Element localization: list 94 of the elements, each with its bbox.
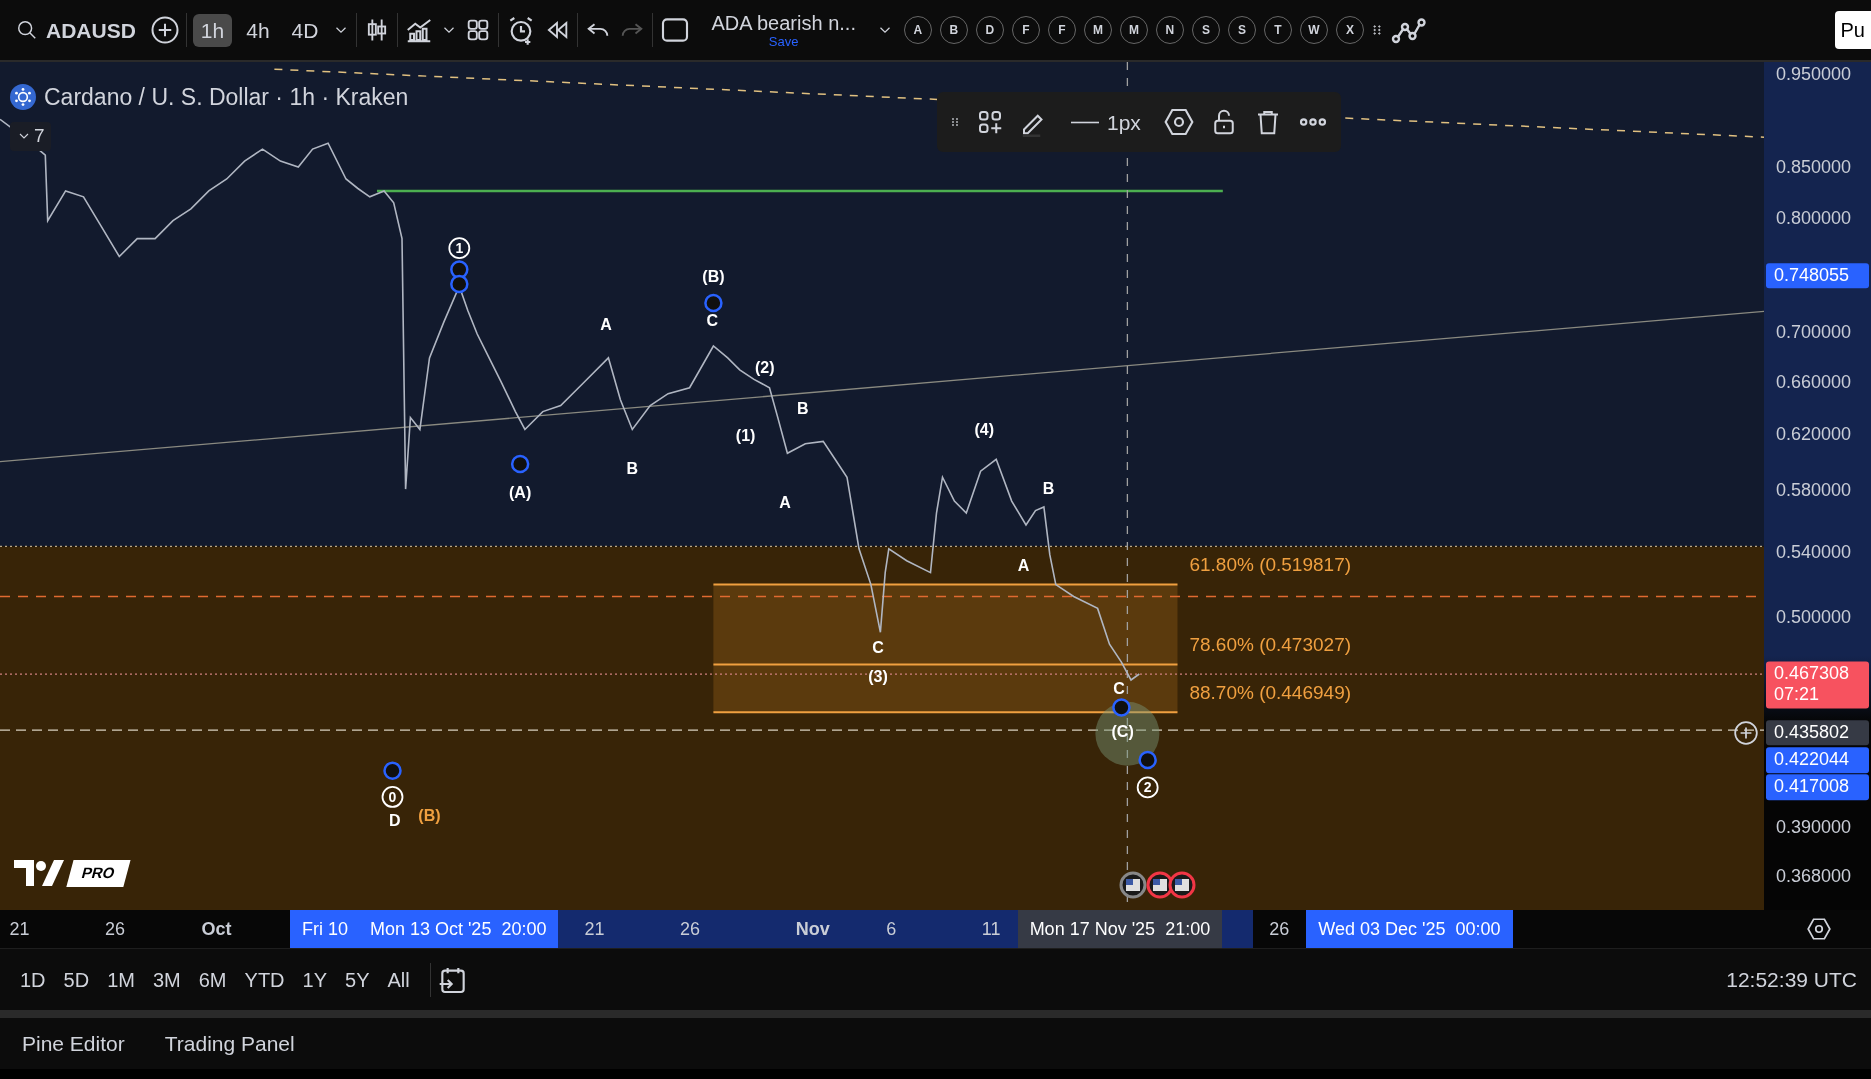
price-tick: 0.620000 [1776, 422, 1852, 446]
line-width-button[interactable]: 1px [1063, 105, 1149, 139]
anchor-handle[interactable] [1138, 750, 1157, 770]
date-range-button[interactable]: YTD [238, 960, 291, 999]
price-tick: 0.660000 [1776, 370, 1852, 394]
interval-button[interactable]: 4D [283, 13, 327, 47]
price-tick: 0.700000 [1776, 320, 1852, 344]
wave-label: (B) [418, 806, 441, 824]
price-tick: 0.390000 [1776, 815, 1852, 839]
date-range-button[interactable]: 5Y [339, 960, 376, 999]
wave-label: A [779, 494, 791, 512]
date-range-button[interactable]: 1D [14, 960, 52, 999]
time-label: Wed 03 Dec '25 00:00 [1306, 910, 1513, 948]
time-label: 6 [886, 917, 897, 941]
date-range-button[interactable]: 1M [101, 960, 141, 999]
price-marker: 0.435802 [1766, 719, 1869, 746]
platform-logo-icon [14, 858, 66, 888]
utc-clock[interactable]: 12:52:39 UTC [1726, 963, 1857, 996]
wave-label: 1 [448, 237, 471, 260]
event-flags-icon[interactable] [1119, 871, 1196, 899]
anchor-handle[interactable] [1112, 698, 1131, 717]
interval-button[interactable]: 4h [238, 13, 278, 47]
wave-label: A [1017, 557, 1030, 575]
wave-label: (4) [974, 421, 994, 439]
line-icon [1071, 120, 1099, 124]
price-tick: 0.540000 [1776, 540, 1852, 564]
anchor-handle[interactable] [704, 293, 723, 313]
wave-label: B [1042, 479, 1055, 497]
interval-button[interactable]: 1h [192, 13, 233, 47]
horizontal-line[interactable] [377, 189, 1223, 193]
date-range-button[interactable]: 5D [57, 960, 96, 999]
wave-label: C [706, 311, 718, 329]
coin-logo-icon [10, 84, 36, 111]
time-label: 26 [679, 917, 700, 941]
time-label: 26 [1269, 917, 1290, 941]
wave-label: B [797, 400, 809, 417]
fib-level-label: 78.60% (0.473027) [1189, 634, 1352, 656]
wave-label: 2 [1136, 776, 1159, 799]
panel-tab[interactable]: Trading Panel [154, 1021, 305, 1066]
wave-label: (1) [735, 427, 756, 445]
wave-label: D [389, 811, 401, 829]
date-range-button[interactable]: All [381, 960, 416, 999]
wave-label: 0 [381, 786, 404, 808]
chart-legend-title: Cardano / U. S. Dollar · 1h · Kraken [44, 83, 409, 112]
date-range-button[interactable]: 3M [146, 960, 187, 999]
wave-label: (A) [509, 483, 532, 501]
price-tick: 0.800000 [1776, 206, 1852, 230]
publish-button[interactable]: Pu [1834, 11, 1871, 49]
search-icon [16, 19, 38, 41]
time-label: 21 [584, 917, 605, 941]
wave-label: (B) [702, 267, 725, 285]
price-marker: 0.422044 [1766, 747, 1869, 773]
panel-tab[interactable]: Pine Editor [12, 1021, 135, 1066]
anchor-handle[interactable] [510, 454, 530, 474]
wave-label: (2) [754, 359, 775, 377]
symbol-search-button[interactable]: ADAUSD [8, 13, 144, 47]
time-label: Oct [201, 917, 232, 941]
indicators-toggle-button[interactable]: 7 [10, 122, 51, 151]
anchor-handle[interactable] [450, 274, 469, 294]
time-label: Nov [795, 917, 830, 941]
save-status: Save [768, 34, 799, 48]
wave-label: B [626, 459, 639, 477]
add-price-alert-icon[interactable] [1733, 719, 1759, 746]
wave-label: C [1113, 680, 1125, 698]
layout-menu-button[interactable]: ADA bearish n... Save [703, 6, 864, 54]
time-label: 11 [981, 917, 1001, 941]
price-tick: 0.500000 [1776, 605, 1852, 629]
date-range-button[interactable]: 6M [192, 960, 233, 999]
time-label: 21 [9, 917, 30, 941]
price-marker: 0.748055 [1766, 262, 1869, 289]
anchor-handle[interactable] [383, 761, 402, 780]
date-range-button[interactable]: 1Y [296, 960, 333, 999]
settings-icon[interactable] [1162, 106, 1195, 138]
wave-label: (C) [1111, 723, 1134, 741]
time-label: 26 [104, 917, 125, 941]
layout-name: ADA bearish n... [711, 12, 856, 33]
cursor-highlight [1095, 701, 1160, 766]
fib-level-label: 88.70% (0.446949) [1189, 681, 1352, 703]
add-symbol-icon[interactable] [149, 15, 180, 45]
fib-level-label: 61.80% (0.519817) [1189, 554, 1352, 576]
price-tick: 0.950000 [1776, 62, 1852, 86]
price-tick: 0.580000 [1776, 478, 1852, 502]
time-label: Fri 10 [289, 910, 360, 948]
price-tick: 0.368000 [1776, 864, 1852, 888]
fib-retracement-box[interactable] [713, 584, 1178, 713]
wave-label: (3) [868, 668, 888, 686]
price-marker: 0.467308 07:21 [1766, 661, 1869, 709]
time-label: Mon 17 Nov '25 21:00 [1017, 910, 1223, 948]
wave-label: C [872, 638, 884, 656]
time-label: Mon 13 Oct '25 20:00 [357, 910, 559, 948]
settings-icon[interactable] [1806, 916, 1832, 942]
price-marker: 0.417008 [1766, 774, 1869, 801]
wave-label: A [600, 316, 612, 334]
price-tick: 0.850000 [1776, 155, 1852, 179]
